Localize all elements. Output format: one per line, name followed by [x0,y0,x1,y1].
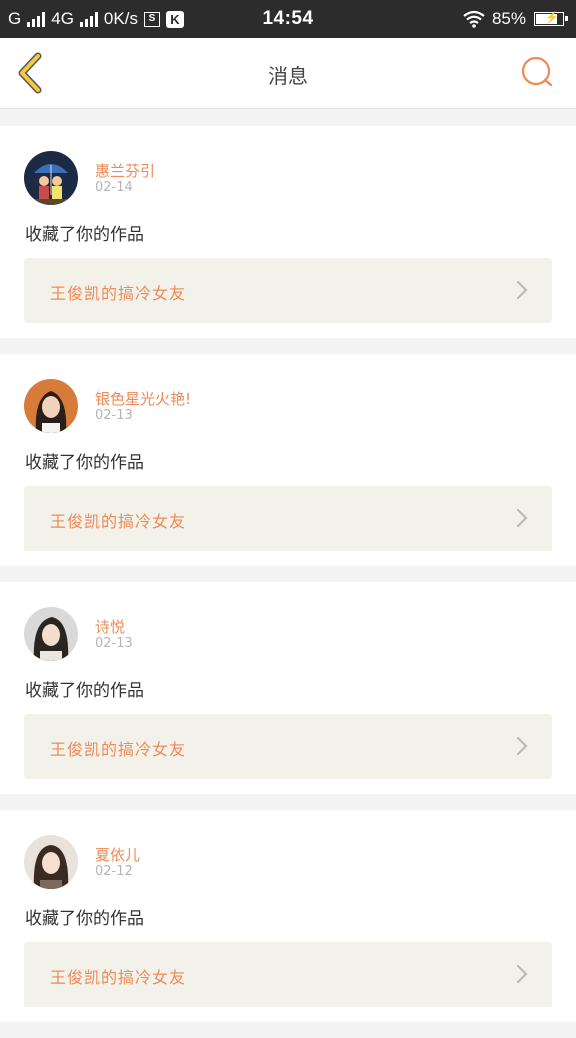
message-date: 02-13 [95,408,133,423]
message-card: 夏依儿 02-12 收藏了你的作品 王俊凯的搞冷女友 [0,810,576,1022]
status-bar: G 4G 0K/s S K 14:54 85% ⚡ [0,0,576,38]
avatar[interactable] [24,151,78,205]
page-title: 消息 [268,64,308,88]
username[interactable]: 诗悦 [95,616,125,637]
work-title: 王俊凯的搞冷女友 [50,512,187,531]
username[interactable]: 银色星光火艳! [95,388,191,409]
work-title: 王俊凯的搞冷女友 [50,968,187,987]
battery-percent: 85% [491,9,526,28]
chevron-right-icon [517,509,528,527]
message-date: 02-12 [95,864,133,879]
wifi-icon [463,10,485,28]
chevron-right-icon [517,737,528,755]
work-link[interactable]: 王俊凯的搞冷女友 [24,942,552,1007]
action-text: 收藏了你的作品 [25,225,144,245]
work-title: 王俊凯的搞冷女友 [50,284,187,303]
header-bar: 消息 [0,38,576,109]
action-text: 收藏了你的作品 [25,681,144,701]
work-link[interactable]: 王俊凯的搞冷女友 [24,258,552,323]
action-text: 收藏了你的作品 [25,453,144,473]
avatar[interactable] [24,379,78,433]
search-button[interactable] [520,55,556,91]
chevron-right-icon [517,965,528,983]
message-list: 惠兰芬引 02-14 收藏了你的作品 王俊凯的搞冷女友 银色星光火艳! 02-1… [0,126,576,1038]
avatar[interactable] [24,607,78,661]
search-icon [521,56,553,87]
battery-icon: ⚡ [534,12,568,26]
status-right: 85% ⚡ [462,9,568,29]
message-card: 银色星光火艳! 02-13 收藏了你的作品 王俊凯的搞冷女友 [0,354,576,566]
work-title: 王俊凯的搞冷女友 [50,740,187,759]
chevron-right-icon [517,281,528,299]
avatar[interactable] [24,835,78,889]
message-date: 02-13 [95,636,133,651]
work-link[interactable]: 王俊凯的搞冷女友 [24,714,552,779]
message-date: 02-14 [95,180,133,195]
action-text: 收藏了你的作品 [25,909,144,929]
username[interactable]: 惠兰芬引 [95,160,155,181]
username[interactable]: 夏依儿 [95,844,140,865]
message-card: 诗悦 02-13 收藏了你的作品 王俊凯的搞冷女友 [0,582,576,794]
work-link[interactable]: 王俊凯的搞冷女友 [24,486,552,551]
message-card: 惠兰芬引 02-14 收藏了你的作品 王俊凯的搞冷女友 [0,126,576,338]
